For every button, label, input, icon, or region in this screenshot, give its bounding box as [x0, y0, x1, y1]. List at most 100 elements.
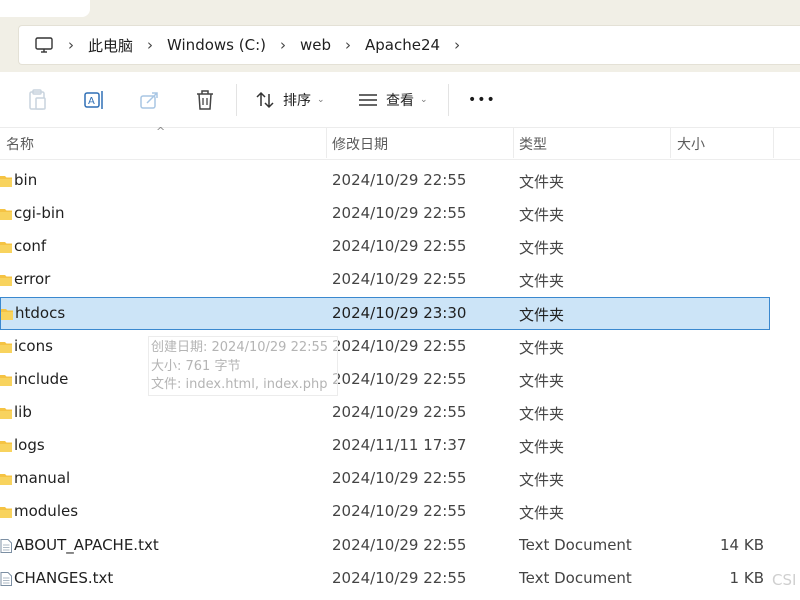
file-type: 文件夹: [519, 339, 565, 357]
chevron-right-icon[interactable]: ›: [454, 36, 460, 54]
file-date: 2024/10/29 22:55: [332, 370, 467, 388]
table-row[interactable]: ABOUT_APACHE.txt 2024/10/29 22:55 Text D…: [0, 529, 770, 562]
file-date: 2024/10/29 22:55: [332, 469, 467, 487]
file-name: bin: [14, 171, 38, 189]
tooltip-size: 大小: 761 字节: [151, 358, 241, 374]
file-name: error: [14, 270, 51, 288]
rename-button[interactable]: A: [82, 88, 106, 112]
table-row[interactable]: icons 2024/10/29 22:55 文件夹: [0, 330, 770, 363]
column-size[interactable]: 大小: [677, 134, 705, 154]
folder-icon: [0, 471, 12, 485]
file-name: lib: [14, 403, 32, 421]
table-row[interactable]: CHANGES.txt 2024/10/29 22:55 Text Docume…: [0, 562, 770, 595]
file-date: 2024/10/29 22:55: [332, 403, 467, 421]
sort-ascending-icon: ^: [156, 125, 166, 138]
column-divider[interactable]: [513, 128, 514, 158]
file-date: 2024/11/11 17:37: [332, 436, 467, 454]
file-name: cgi-bin: [14, 204, 65, 222]
text-file-icon: [0, 571, 12, 586]
table-row[interactable]: include 2024/10/29 22:55 文件夹: [0, 363, 770, 396]
tooltip-files: 文件: index.html, index.php: [151, 377, 328, 392]
file-date: 2024/10/29 22:55: [332, 569, 467, 587]
file-name: CHANGES.txt: [14, 569, 114, 587]
address-bar[interactable]: › 此电脑 › Windows (C:) › web › Apache24 ›: [18, 25, 800, 65]
table-row[interactable]: manual 2024/10/29 22:55 文件夹: [0, 462, 770, 495]
command-bar: A 排序 ⌄ 查看 ⌄ •••: [0, 72, 800, 128]
column-divider[interactable]: [670, 128, 671, 158]
table-row[interactable]: lib 2024/10/29 22:55 文件夹: [0, 396, 770, 429]
file-type: 文件夹: [519, 206, 565, 224]
rename-icon: A: [84, 91, 103, 109]
file-name: logs: [14, 436, 45, 454]
file-size: 14 KB: [720, 536, 764, 554]
more-button[interactable]: •••: [468, 88, 496, 112]
chevron-right-icon[interactable]: ›: [68, 36, 74, 54]
address-area: › 此电脑 › Windows (C:) › web › Apache24 ›: [0, 17, 800, 72]
breadcrumb-web[interactable]: web: [300, 36, 331, 54]
active-tab[interactable]: [0, 0, 90, 17]
file-date: 2024/10/29 22:55: [332, 171, 467, 189]
breadcrumb-windows-c[interactable]: Windows (C:): [167, 36, 266, 54]
table-row[interactable]: modules 2024/10/29 22:55 文件夹: [0, 495, 770, 528]
sort-button[interactable]: 排序 ⌄: [255, 88, 325, 112]
column-header: ^ 名称 修改日期 类型 大小: [0, 125, 800, 160]
view-label: 查看: [386, 93, 414, 109]
breadcrumb-this-pc[interactable]: 此电脑: [88, 35, 133, 56]
tooltip-created: 创建日期: 2024/10/29 22:55: [151, 340, 329, 355]
column-date[interactable]: 修改日期: [332, 134, 388, 154]
file-date: 2024/10/29 22:55: [332, 204, 467, 222]
file-date: 2024/10/29 23:30: [332, 304, 467, 322]
file-type: 文件夹: [519, 173, 565, 191]
file-date: 2024/10/29 22:55: [332, 337, 467, 355]
text-file-icon: [0, 538, 12, 553]
file-name: ABOUT_APACHE.txt: [14, 536, 159, 554]
table-row-selected[interactable]: htdocs 2024/10/29 23:30 文件夹: [0, 297, 770, 330]
folder-icon: [1, 306, 13, 320]
chevron-right-icon[interactable]: ›: [147, 36, 153, 54]
file-type: 文件夹: [519, 272, 565, 290]
file-date: 2024/10/29 22:55: [332, 237, 467, 255]
column-name[interactable]: 名称: [6, 134, 34, 154]
share-icon: [140, 92, 158, 109]
breadcrumb-apache24[interactable]: Apache24: [365, 36, 440, 54]
column-divider[interactable]: [326, 128, 327, 158]
folder-tooltip: 创建日期: 2024/10/29 22:55 大小: 761 字节 文件: in…: [148, 336, 338, 396]
paste-button[interactable]: [27, 88, 49, 112]
table-row[interactable]: conf 2024/10/29 22:55 文件夹: [0, 230, 770, 263]
trash-icon: [197, 90, 213, 110]
file-name: modules: [14, 502, 79, 520]
table-row[interactable]: error 2024/10/29 22:55 文件夹: [0, 263, 770, 296]
file-type: 文件夹: [519, 372, 565, 390]
file-name: conf: [14, 237, 47, 255]
file-size: 1 KB: [729, 569, 764, 587]
file-date: 2024/10/29 22:55: [332, 502, 467, 520]
folder-icon: [0, 438, 12, 452]
table-row[interactable]: logs 2024/11/11 17:37 文件夹: [0, 429, 770, 462]
folder-icon: [0, 206, 12, 220]
view-button[interactable]: 查看 ⌄: [358, 88, 428, 112]
file-type: 文件夹: [519, 239, 565, 257]
folder-icon: [0, 173, 12, 187]
this-pc-icon[interactable]: [34, 35, 54, 55]
chevron-right-icon[interactable]: ›: [280, 36, 286, 54]
chevron-down-icon: ⌄: [317, 95, 325, 105]
folder-icon: [0, 272, 12, 286]
column-divider[interactable]: [773, 128, 774, 158]
table-row[interactable]: cgi-bin 2024/10/29 22:55 文件夹: [0, 197, 770, 230]
table-row[interactable]: bin 2024/10/29 22:55 文件夹: [0, 164, 770, 197]
file-type: Text Document: [519, 569, 632, 587]
chevron-right-icon[interactable]: ›: [345, 36, 351, 54]
file-name: icons: [14, 337, 53, 355]
delete-button[interactable]: [194, 88, 216, 112]
share-button[interactable]: [138, 88, 162, 112]
column-type[interactable]: 类型: [519, 134, 547, 154]
folder-icon: [0, 372, 12, 386]
view-icon: [359, 94, 377, 106]
folder-icon: [0, 239, 12, 253]
folder-icon: [0, 339, 12, 353]
file-name: include: [14, 370, 69, 388]
file-name: htdocs: [15, 304, 66, 322]
file-type: Text Document: [519, 536, 632, 554]
toolbar-separator: [236, 84, 237, 116]
file-name: manual: [14, 469, 71, 487]
